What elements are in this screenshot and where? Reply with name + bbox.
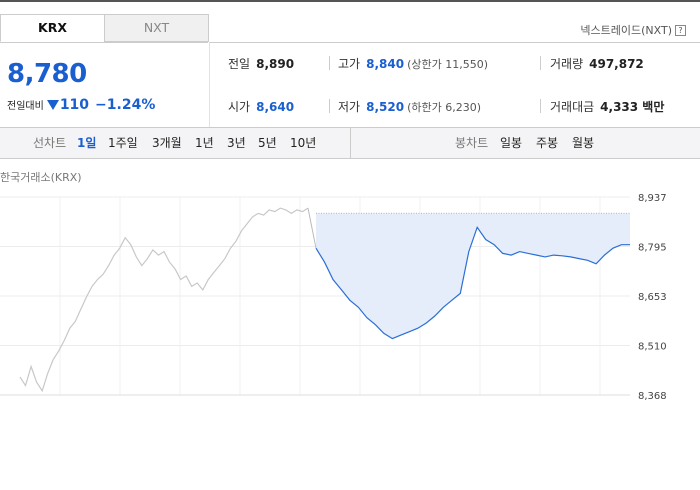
top-border (0, 0, 700, 2)
high-label: 고가 (338, 57, 361, 71)
down-triangle-icon (46, 100, 59, 110)
y-tick-label: 8,795 (638, 243, 667, 254)
open-cell: 시가 8,640 (228, 98, 294, 115)
candle-weekly[interactable]: 주봉 (536, 128, 558, 158)
open-value: 8,640 (256, 100, 295, 114)
high-value: 8,840 (366, 57, 405, 71)
low-value: 8,520 (366, 100, 405, 114)
period-1year[interactable]: 1년 (195, 128, 214, 158)
period-10year[interactable]: 10년 (290, 128, 316, 158)
line-chart-label: 선차트 (33, 136, 67, 150)
change-percent: −1.24% (95, 97, 156, 113)
change-value: 110 (59, 97, 90, 113)
amount-label: 거래대금 (550, 100, 595, 114)
help-icon[interactable]: ? (675, 25, 686, 36)
nxt-info-link[interactable]: 넥스트레이드(NXT)? (580, 22, 686, 38)
upper-limit: (상한가 11,550) (407, 58, 488, 71)
amount-value: 4,333 백만 (600, 100, 665, 114)
summary-table: 전일 8,890 고가 8,840 (상한가 11,550) 거래량 497,872 시… (209, 42, 700, 127)
divider (540, 56, 541, 70)
chart-period-tabs: 선차트 1일 1주일 3개월 1년 3년 5년 10년 봉차트 일봉 주봉 월봉 (0, 127, 700, 159)
period-1week[interactable]: 1주일 (108, 128, 138, 158)
period-1day[interactable]: 1일 (77, 128, 96, 158)
high-cell: 고가 8,840 (상한가 11,550) (338, 55, 488, 72)
prev-close-label: 전일 (228, 57, 251, 71)
lower-limit: (하한가 6,230) (407, 101, 481, 114)
y-tick-label: 8,653 (638, 292, 667, 303)
price-box: 8,780 전일대비 110 −1.24% (0, 42, 208, 127)
period-3year[interactable]: 3년 (227, 128, 246, 158)
candle-daily[interactable]: 일봉 (500, 128, 522, 158)
change-label: 전일대비 (7, 101, 44, 112)
y-tick-label: 8,510 (638, 342, 667, 353)
divider (329, 56, 330, 70)
volume-label: 거래량 (550, 57, 584, 71)
period-5year[interactable]: 5년 (258, 128, 277, 158)
amount-cell: 거래대금 4,333 백만 (550, 98, 664, 115)
y-tick-label: 8,368 (638, 391, 667, 400)
current-price: 8,780 (7, 59, 87, 89)
prev-close-cell: 전일 8,890 (228, 55, 294, 72)
open-label: 시가 (228, 100, 251, 114)
candle-chart-label: 봉차트 (455, 136, 489, 150)
prev-close-value: 8,890 (256, 57, 295, 71)
y-tick-label: 8,937 (638, 193, 667, 204)
tab-krx[interactable]: KRX (0, 14, 105, 42)
low-cell: 저가 8,520 (하한가 6,230) (338, 98, 481, 115)
period-3month[interactable]: 3개월 (152, 128, 182, 158)
y-axis-ticks: 8,937 8,795 8,653 8,510 8,368 (638, 193, 667, 400)
nxt-info-label: 넥스트레이드(NXT) (580, 24, 672, 37)
volume-cell: 거래량 497,872 (550, 55, 644, 72)
change-row: 전일대비 110 −1.24% (7, 94, 155, 113)
volume-value: 497,872 (589, 57, 644, 71)
tab-nxt[interactable]: NXT (104, 14, 209, 42)
divider (329, 99, 330, 113)
tab-divider (350, 128, 351, 158)
low-label: 저가 (338, 100, 361, 114)
candle-monthly[interactable]: 월봉 (572, 128, 594, 158)
chart-title: 한국거래소(KRX) (0, 171, 82, 184)
divider (540, 99, 541, 113)
price-line-chart[interactable]: 8,937 8,795 8,653 8,510 8,368 (0, 185, 700, 400)
